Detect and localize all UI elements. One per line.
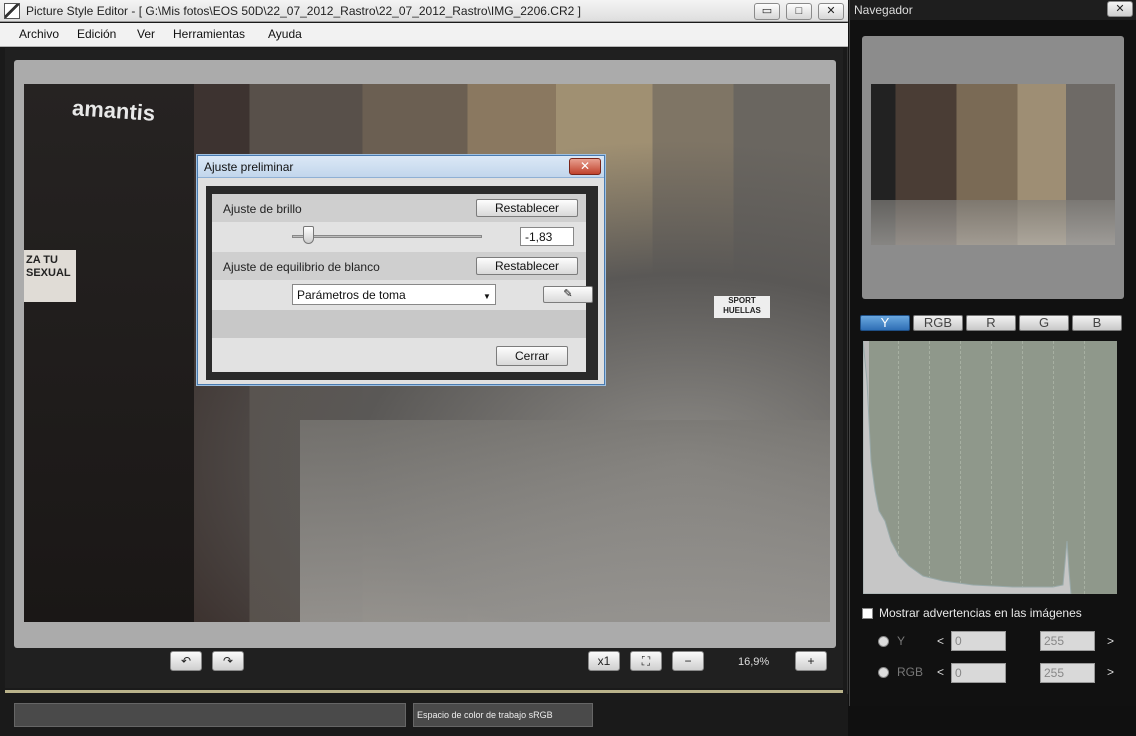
show-warnings-label: Mostrar advertencias en las imágenes bbox=[879, 606, 1082, 620]
zoom-actual-button[interactable]: x1 bbox=[588, 651, 620, 671]
zoom-in-button[interactable]: + bbox=[795, 651, 827, 671]
brightness-slider-row: -1,83 bbox=[212, 222, 586, 252]
rgb-min-lt: < bbox=[937, 665, 945, 679]
photo-sport-sign: SPORT HUELLAS bbox=[714, 296, 770, 318]
y-max-gt: > bbox=[1107, 634, 1115, 648]
menu-herramientas[interactable]: Herramientas bbox=[173, 27, 245, 41]
navigator-thumbnail-street bbox=[871, 200, 1115, 245]
tab-r[interactable]: R bbox=[966, 315, 1016, 331]
wb-dropdown[interactable]: Parámetros de toma ▼ bbox=[292, 284, 496, 305]
wb-label: Ajuste de equilibrio de blanco bbox=[223, 260, 380, 274]
dialog-title: Ajuste preliminar bbox=[204, 160, 294, 174]
tab-rgb[interactable]: RGB bbox=[913, 315, 963, 331]
brightness-slider-thumb[interactable] bbox=[302, 226, 314, 244]
dialog-title-bar: Ajuste preliminar ✕ bbox=[198, 156, 604, 178]
y-radio-label: Y bbox=[897, 634, 906, 648]
histogram-curve bbox=[863, 341, 1072, 594]
menu-ayuda[interactable]: Ayuda bbox=[268, 27, 302, 41]
rgb-min-input[interactable]: 0 bbox=[951, 663, 1006, 683]
photo-street-shade bbox=[300, 420, 830, 622]
eyedropper-button[interactable]: ✎ bbox=[543, 286, 593, 303]
show-warnings-checkbox[interactable] bbox=[862, 608, 873, 619]
tab-g[interactable]: G bbox=[1019, 315, 1069, 331]
rgb-radio[interactable] bbox=[878, 667, 889, 678]
status-message bbox=[14, 703, 406, 727]
photo-shopfront bbox=[24, 84, 194, 622]
window-title: Picture Style Editor - [ G:\Mis fotos\EO… bbox=[26, 4, 581, 18]
tab-b[interactable]: B bbox=[1072, 315, 1122, 331]
navigator-title-bar: Navegador ✕ bbox=[850, 0, 1136, 20]
title-bar: Picture Style Editor - [ G:\Mis fotos\EO… bbox=[0, 0, 848, 22]
preliminary-adjust-dialog: Ajuste preliminar ✕ Ajuste de brillo Res… bbox=[197, 155, 605, 385]
brightness-slider-track[interactable] bbox=[292, 235, 482, 238]
brightness-value-input[interactable]: -1,83 bbox=[520, 227, 574, 246]
app-icon bbox=[4, 3, 20, 19]
y-min-lt: < bbox=[937, 634, 945, 648]
rgb-radio-label: RGB bbox=[897, 665, 924, 679]
dialog-spacer-row bbox=[212, 310, 586, 338]
menu-ver[interactable]: Ver bbox=[137, 27, 155, 41]
y-max-input[interactable]: 255 bbox=[1040, 631, 1095, 651]
brightness-label: Ajuste de brillo bbox=[223, 202, 302, 216]
menu-archivo[interactable]: Archivo bbox=[19, 27, 59, 41]
navigator-close-button[interactable]: ✕ bbox=[1107, 1, 1133, 17]
y-min-input[interactable]: 0 bbox=[951, 631, 1006, 651]
rotate-left-button[interactable]: ↶ bbox=[170, 651, 202, 671]
dialog-close-action-button[interactable]: Cerrar bbox=[496, 346, 568, 366]
rgb-max-gt: > bbox=[1107, 665, 1115, 679]
rotate-right-button[interactable]: ↷ bbox=[212, 651, 244, 671]
navigator-title: Navegador bbox=[854, 3, 913, 17]
wb-selected-value: Parámetros de toma bbox=[297, 288, 406, 302]
dialog-close-button[interactable]: ✕ bbox=[569, 158, 601, 175]
brightness-reset-button[interactable]: Restablecer bbox=[476, 199, 578, 217]
wb-select-row: Parámetros de toma ▼ ✎ bbox=[212, 280, 593, 310]
tab-y[interactable]: Y bbox=[860, 315, 910, 331]
close-window-button[interactable]: ✕ bbox=[818, 3, 844, 20]
rgb-max-input[interactable]: 255 bbox=[1040, 663, 1095, 683]
eyedropper-icon: ✎ bbox=[563, 288, 573, 300]
y-radio[interactable] bbox=[878, 636, 889, 647]
photo-shop-sign: ZA TU SEXUAL bbox=[24, 250, 76, 302]
zoom-level: 16,9% bbox=[738, 656, 770, 668]
menu-bar: Archivo Edición Ver Herramientas Ayuda bbox=[0, 23, 848, 47]
maximize-button[interactable]: □ bbox=[786, 3, 812, 20]
menu-edicion[interactable]: Edición bbox=[77, 27, 116, 41]
wb-reset-button[interactable]: Restablecer bbox=[476, 257, 578, 275]
status-separator bbox=[5, 690, 843, 693]
minimize-button[interactable]: ▭ bbox=[754, 3, 780, 20]
zoom-out-button[interactable]: − bbox=[672, 651, 704, 671]
wb-row: Ajuste de equilibrio de blanco Restablec… bbox=[212, 252, 586, 280]
chevron-down-icon: ▼ bbox=[483, 292, 491, 301]
fit-screen-button[interactable]: ⛶ bbox=[630, 651, 662, 671]
brightness-row: Ajuste de brillo Restablecer bbox=[212, 194, 586, 222]
color-space-status: Espacio de color de trabajo sRGB bbox=[413, 703, 593, 727]
